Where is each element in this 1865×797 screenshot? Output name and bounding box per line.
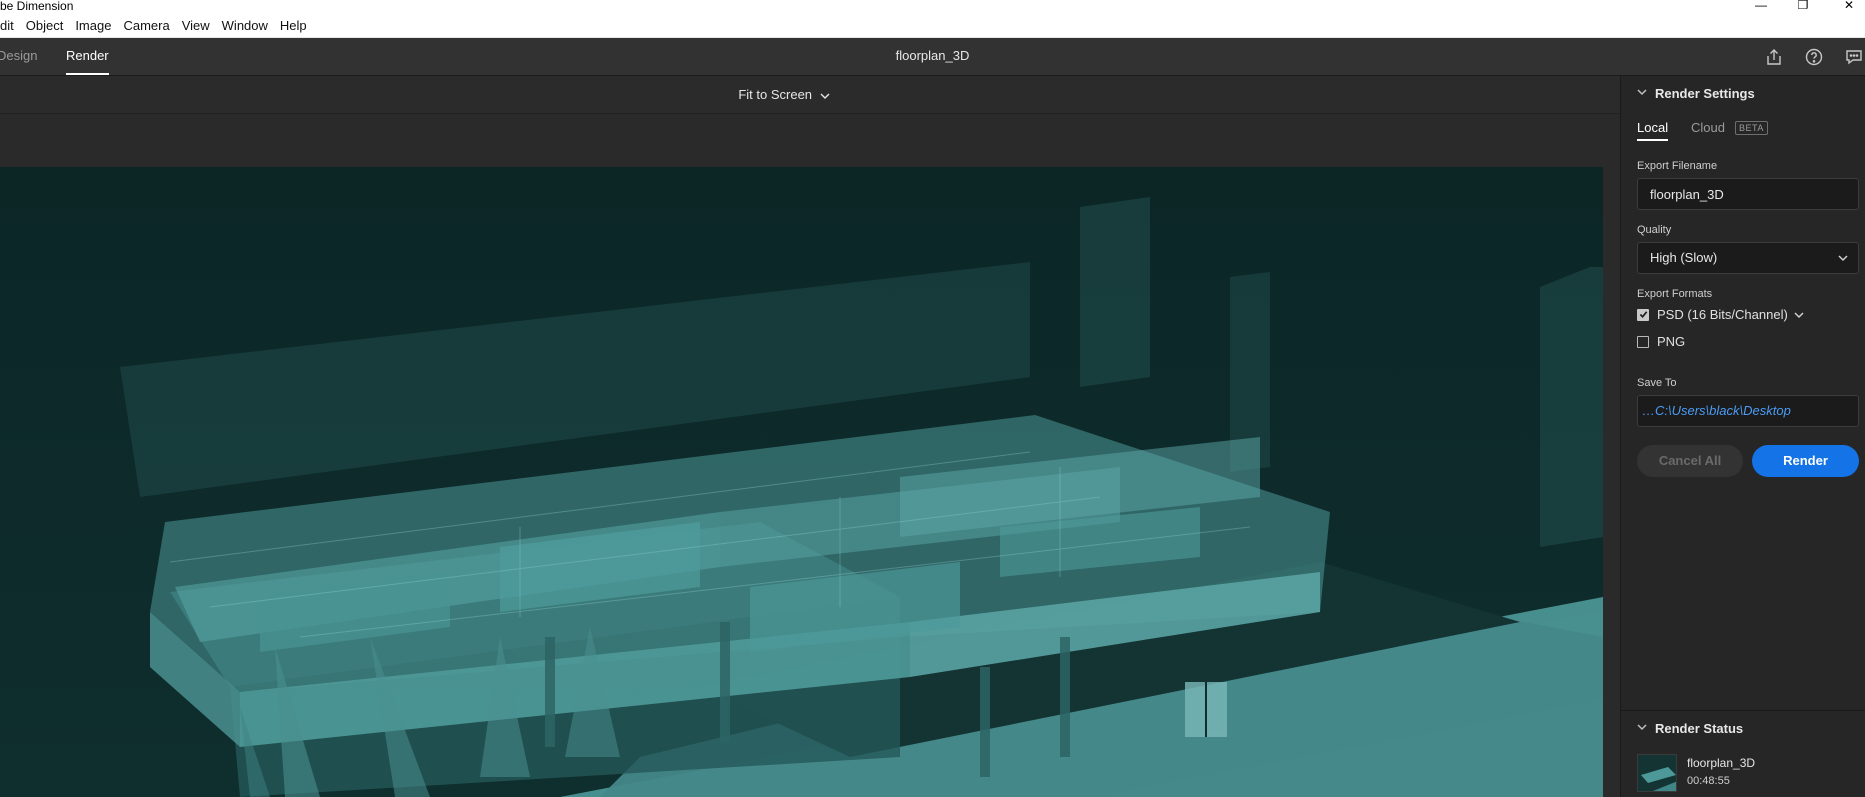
format-png-row[interactable]: PNG: [1637, 334, 1685, 349]
chevron-down-icon: [1838, 243, 1848, 273]
quality-value: High (Slow): [1650, 250, 1718, 265]
zoom-dropdown[interactable]: Fit to Screen: [0, 76, 1568, 115]
tab-cloud[interactable]: Cloud: [1691, 120, 1725, 135]
share-icon[interactable]: [1764, 47, 1784, 67]
panel-divider: [1621, 710, 1865, 711]
render-panel: Render Settings Local Cloud BETA Export …: [1620, 76, 1865, 797]
png-label: PNG: [1657, 334, 1686, 349]
cancel-all-button[interactable]: Cancel All: [1637, 445, 1743, 477]
save-to-path-field[interactable]: …C:\Users\black\Desktop: [1637, 395, 1859, 427]
export-filename-input[interactable]: [1637, 178, 1859, 210]
render-status-title: Render Status: [1655, 721, 1744, 736]
menu-object[interactable]: Object: [20, 14, 70, 38]
render-settings-header[interactable]: Render Settings: [1637, 86, 1755, 101]
psd-checkbox[interactable]: [1637, 308, 1649, 321]
chevron-down-icon: [820, 77, 830, 115]
window-titlebar: be Dimension — ❐ ✕: [0, 0, 1865, 14]
render-viewport[interactable]: [0, 167, 1603, 797]
render-settings-title: Render Settings: [1655, 86, 1755, 101]
restore-button[interactable]: ❐: [1780, 0, 1826, 12]
quality-label: Quality: [1637, 224, 1672, 236]
render-thumbnail[interactable]: [1637, 754, 1677, 792]
zoom-label: Fit to Screen: [738, 87, 813, 102]
chat-icon[interactable]: [1844, 47, 1864, 67]
menu-camera[interactable]: Camera: [117, 14, 175, 38]
render-button[interactable]: Render: [1752, 445, 1859, 477]
menu-image[interactable]: Image: [69, 14, 117, 38]
menu-edit[interactable]: dit: [0, 14, 20, 38]
minimize-button[interactable]: —: [1738, 0, 1784, 12]
render-status-header[interactable]: Render Status: [1637, 721, 1743, 736]
menu-bar: dit Object Image Camera View Window Help: [0, 14, 1865, 38]
menu-window[interactable]: Window: [216, 14, 274, 38]
save-to-label: Save To: [1637, 377, 1677, 389]
menu-view[interactable]: View: [176, 14, 216, 38]
help-icon[interactable]: [1804, 47, 1824, 67]
export-formats-label: Export Formats: [1637, 288, 1713, 300]
document-title: floorplan_3D: [895, 48, 970, 63]
png-checkbox[interactable]: [1637, 335, 1649, 348]
format-psd-row[interactable]: PSD (16 Bits/Channel): [1637, 307, 1804, 322]
menu-help[interactable]: Help: [274, 14, 313, 38]
app-header: Design Render floorplan_3D: [0, 38, 1865, 76]
render-status-name: floorplan_3D: [1687, 756, 1756, 770]
canvas-toolbar: Fit to Screen: [0, 76, 1620, 114]
window-title: be Dimension: [0, 0, 74, 13]
beta-badge: BETA: [1735, 121, 1768, 135]
render-status-time: 00:48:55: [1687, 775, 1730, 787]
quality-select[interactable]: High (Slow): [1637, 242, 1859, 274]
collapse-chevron-icon: [1637, 723, 1647, 734]
collapse-chevron-icon: [1637, 88, 1647, 99]
psd-label: PSD (16 Bits/Channel): [1657, 307, 1788, 322]
close-button[interactable]: ✕: [1826, 0, 1865, 12]
tab-local[interactable]: Local: [1637, 120, 1669, 141]
scene-illustration: [0, 167, 1603, 797]
chevron-down-icon[interactable]: [1794, 307, 1804, 322]
export-filename-label: Export Filename: [1637, 160, 1718, 172]
